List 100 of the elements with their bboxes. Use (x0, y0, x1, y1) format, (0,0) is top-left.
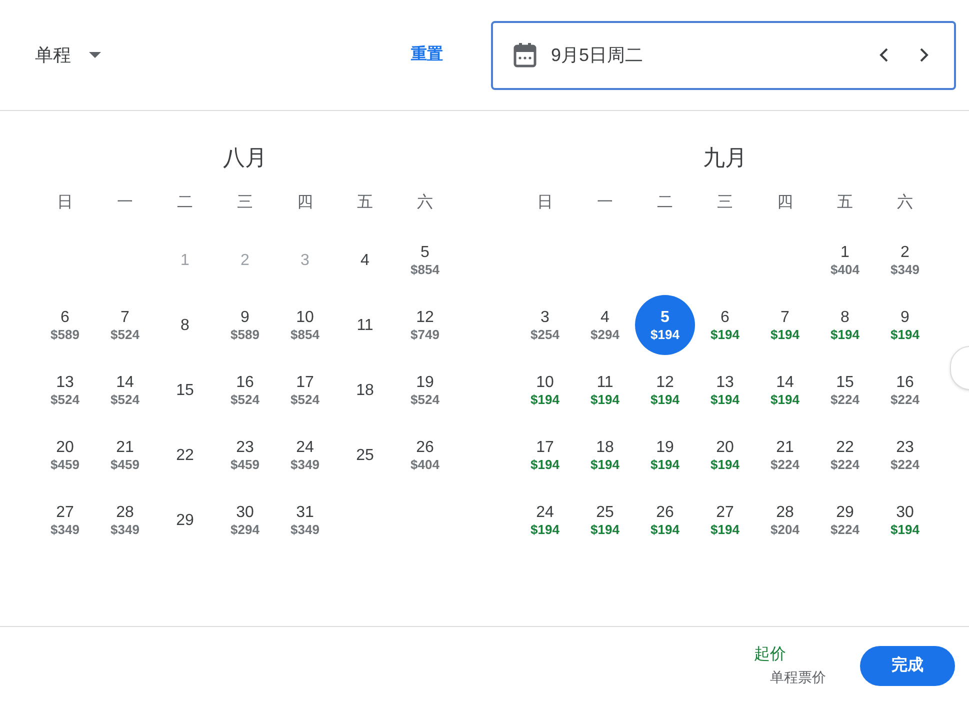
calendar-day[interactable]: 19 $194 (635, 424, 695, 484)
calendar-day[interactable]: 7 $194 (755, 294, 815, 354)
reset-link[interactable]: 重置 (411, 43, 443, 67)
calendar-day[interactable]: 22 (155, 424, 215, 484)
calendar-day[interactable]: 26 $194 (635, 490, 695, 550)
calendar-day[interactable]: 6 $589 (35, 294, 95, 354)
calendar-day[interactable]: 6 $194 (695, 294, 755, 354)
weekday-label: 一 (117, 193, 133, 213)
day-price: $194 (890, 522, 920, 538)
day-number: 15 (176, 382, 194, 400)
calendar-day[interactable]: 22 $224 (815, 424, 875, 484)
calendar-day[interactable]: 24 $349 (275, 424, 335, 484)
day-price: $194 (590, 456, 620, 472)
day-price: $194 (590, 522, 620, 538)
day-price: $194 (650, 456, 680, 472)
calendar-day[interactable]: 9 $589 (215, 294, 275, 354)
selected-day[interactable]: 5 $194 (635, 294, 695, 354)
done-button[interactable]: 完成 (860, 646, 955, 686)
calendar-day[interactable]: 3 $254 (515, 294, 575, 354)
calendar-day[interactable]: 15 $224 (815, 360, 875, 420)
day-price: $404 (410, 456, 440, 472)
calendar-day[interactable]: 16 $224 (875, 360, 935, 420)
calendar-day[interactable]: 23 $224 (875, 424, 935, 484)
calendar-day[interactable]: 21 $224 (755, 424, 815, 484)
calendar-day[interactable]: 5 $854 (395, 230, 455, 290)
weekday-label: 五 (357, 193, 373, 213)
calendar-day[interactable]: 24 $194 (515, 490, 575, 550)
day-price: $854 (290, 326, 320, 342)
calendar-day[interactable]: 30 $294 (215, 490, 275, 550)
calendar-day[interactable]: 17 $194 (515, 424, 575, 484)
calendar-day[interactable]: 13 $524 (35, 360, 95, 420)
calendar-day[interactable]: 30 $194 (875, 490, 935, 550)
calendar-day[interactable]: 7 $524 (95, 294, 155, 354)
calendar-day[interactable]: 4 $294 (575, 294, 635, 354)
day-number: 8 (180, 316, 190, 334)
calendar-day[interactable]: 27 $349 (35, 490, 95, 550)
day-price: $459 (230, 456, 260, 472)
day-price: $224 (890, 456, 920, 472)
calendar-day[interactable]: 17 $524 (275, 360, 335, 420)
day-number: 23 (896, 438, 914, 456)
calendar-day[interactable]: 14 $194 (755, 360, 815, 420)
day-price: $224 (770, 456, 800, 472)
calendar-day[interactable]: 16 $524 (215, 360, 275, 420)
calendar-day[interactable]: 8 (155, 294, 215, 354)
day-number: 10 (296, 308, 314, 326)
calendar-day[interactable]: 13 $194 (695, 360, 755, 420)
calendar-day[interactable]: 18 $194 (575, 424, 635, 484)
calendar-day[interactable]: 28 $349 (95, 490, 155, 550)
day-price: $194 (710, 326, 740, 342)
calendar-day[interactable]: 8 $194 (815, 294, 875, 354)
calendar-day[interactable]: 19 $524 (395, 360, 455, 420)
day-number: 8 (840, 308, 850, 326)
day-number: 29 (836, 504, 854, 522)
calendar-day[interactable]: 21 $459 (95, 424, 155, 484)
calendar-day[interactable]: 29 (155, 490, 215, 550)
calendar-day[interactable]: 11 (335, 294, 395, 354)
calendar-day[interactable]: 27 $194 (695, 490, 755, 550)
day-number: 15 (836, 374, 854, 392)
day-number: 25 (356, 446, 374, 464)
calendar-day[interactable]: 2 $349 (875, 230, 935, 290)
calendar-day[interactable]: 1 $404 (815, 230, 875, 290)
trip-type-dropdown[interactable]: 单程 (35, 42, 101, 68)
day-price: $294 (590, 326, 620, 342)
day-number: 17 (296, 374, 314, 392)
calendar-day[interactable]: 10 $194 (515, 360, 575, 420)
calendar-day[interactable]: 20 $194 (695, 424, 755, 484)
calendar-day[interactable]: 12 $194 (635, 360, 695, 420)
calendar-day[interactable]: 14 $524 (95, 360, 155, 420)
calendar-day[interactable]: 25 (335, 424, 395, 484)
calendar-day[interactable]: 20 $459 (35, 424, 95, 484)
weekday-label: 四 (297, 193, 313, 213)
month-title: 八月 (223, 144, 267, 172)
day-number: 16 (236, 374, 254, 392)
day-price: $254 (530, 326, 560, 342)
calendar-day[interactable]: 12 $749 (395, 294, 455, 354)
day-price: $749 (410, 326, 440, 342)
calendar-day[interactable]: 9 $194 (875, 294, 935, 354)
calendar-day[interactable]: 25 $194 (575, 490, 635, 550)
day-number: 2 (240, 252, 250, 270)
calendar-day[interactable]: 10 $854 (275, 294, 335, 354)
calendar-day[interactable]: 28 $204 (755, 490, 815, 550)
day-price: $524 (410, 392, 440, 408)
date-field[interactable]: 9月5日周二 (491, 20, 956, 90)
calendar-day[interactable]: 18 (335, 360, 395, 420)
calendar-day[interactable]: 11 $194 (575, 360, 635, 420)
day-number: 17 (536, 438, 554, 456)
dropdown-caret-icon (89, 52, 101, 58)
calendar-day[interactable]: 29 $224 (815, 490, 875, 550)
calendar-day[interactable]: 31 $349 (275, 490, 335, 550)
day-price: $524 (110, 392, 140, 408)
day-number: 14 (776, 374, 794, 392)
day-price: $194 (650, 522, 680, 538)
day-number: 2 (900, 244, 910, 262)
day-price: $349 (50, 522, 80, 538)
calendar-day[interactable]: 4 (335, 230, 395, 290)
calendar-day[interactable]: 23 $459 (215, 424, 275, 484)
calendar-day[interactable]: 26 $404 (395, 424, 455, 484)
day-price: $524 (50, 392, 80, 408)
day-price: $194 (890, 326, 920, 342)
calendar-day[interactable]: 15 (155, 360, 215, 420)
